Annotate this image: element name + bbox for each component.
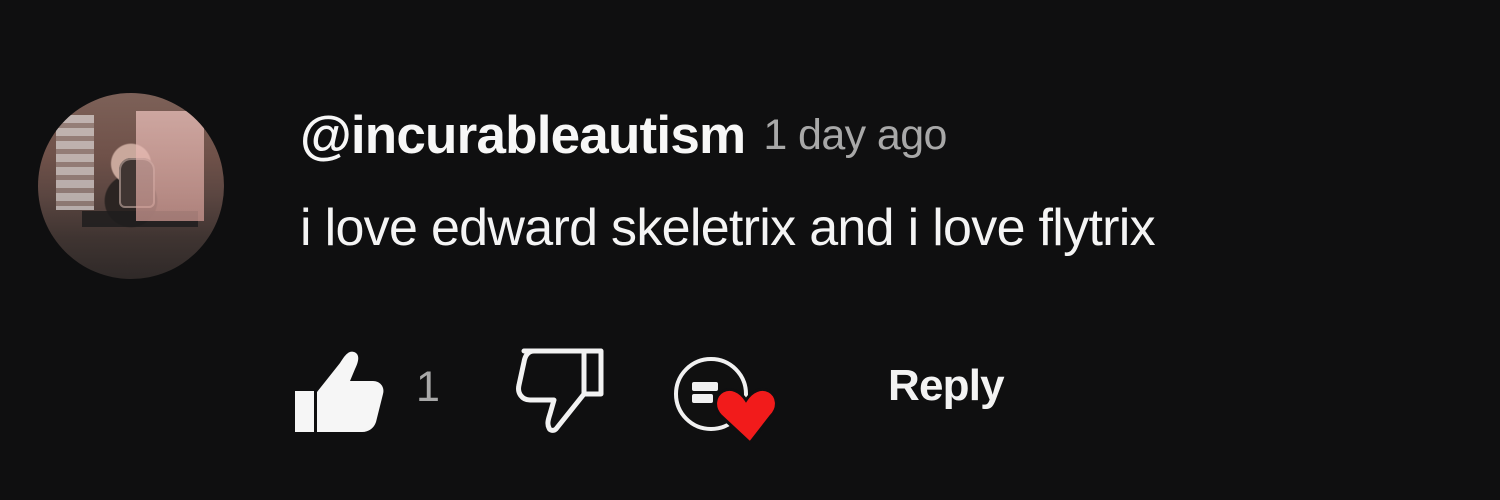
comment-thread-item: @incurableautism 1 day ago i love edward… (0, 0, 1500, 500)
comment-header: @incurableautism 1 day ago (300, 100, 947, 170)
like-count: 1 (416, 363, 440, 411)
comment-body: i love edward skeletrix and i love flytr… (300, 199, 1156, 257)
creator-heart-icon (674, 357, 778, 445)
creator-heart-button[interactable] (674, 349, 786, 445)
avatar-shelf-detail (82, 211, 198, 227)
comment-actions: 1 Reply (292, 345, 1072, 445)
dislike-button[interactable] (510, 345, 606, 435)
like-button[interactable] (292, 345, 388, 435)
user-avatar[interactable] (38, 93, 224, 279)
reply-button[interactable]: Reply (888, 355, 1030, 417)
avatar-figure-detail (119, 158, 155, 208)
thumbs-up-icon (295, 351, 384, 432)
comment-username[interactable]: @incurableautism (300, 105, 746, 166)
comment-timestamp[interactable]: 1 day ago (763, 111, 947, 160)
thumbs-down-icon (516, 348, 604, 433)
